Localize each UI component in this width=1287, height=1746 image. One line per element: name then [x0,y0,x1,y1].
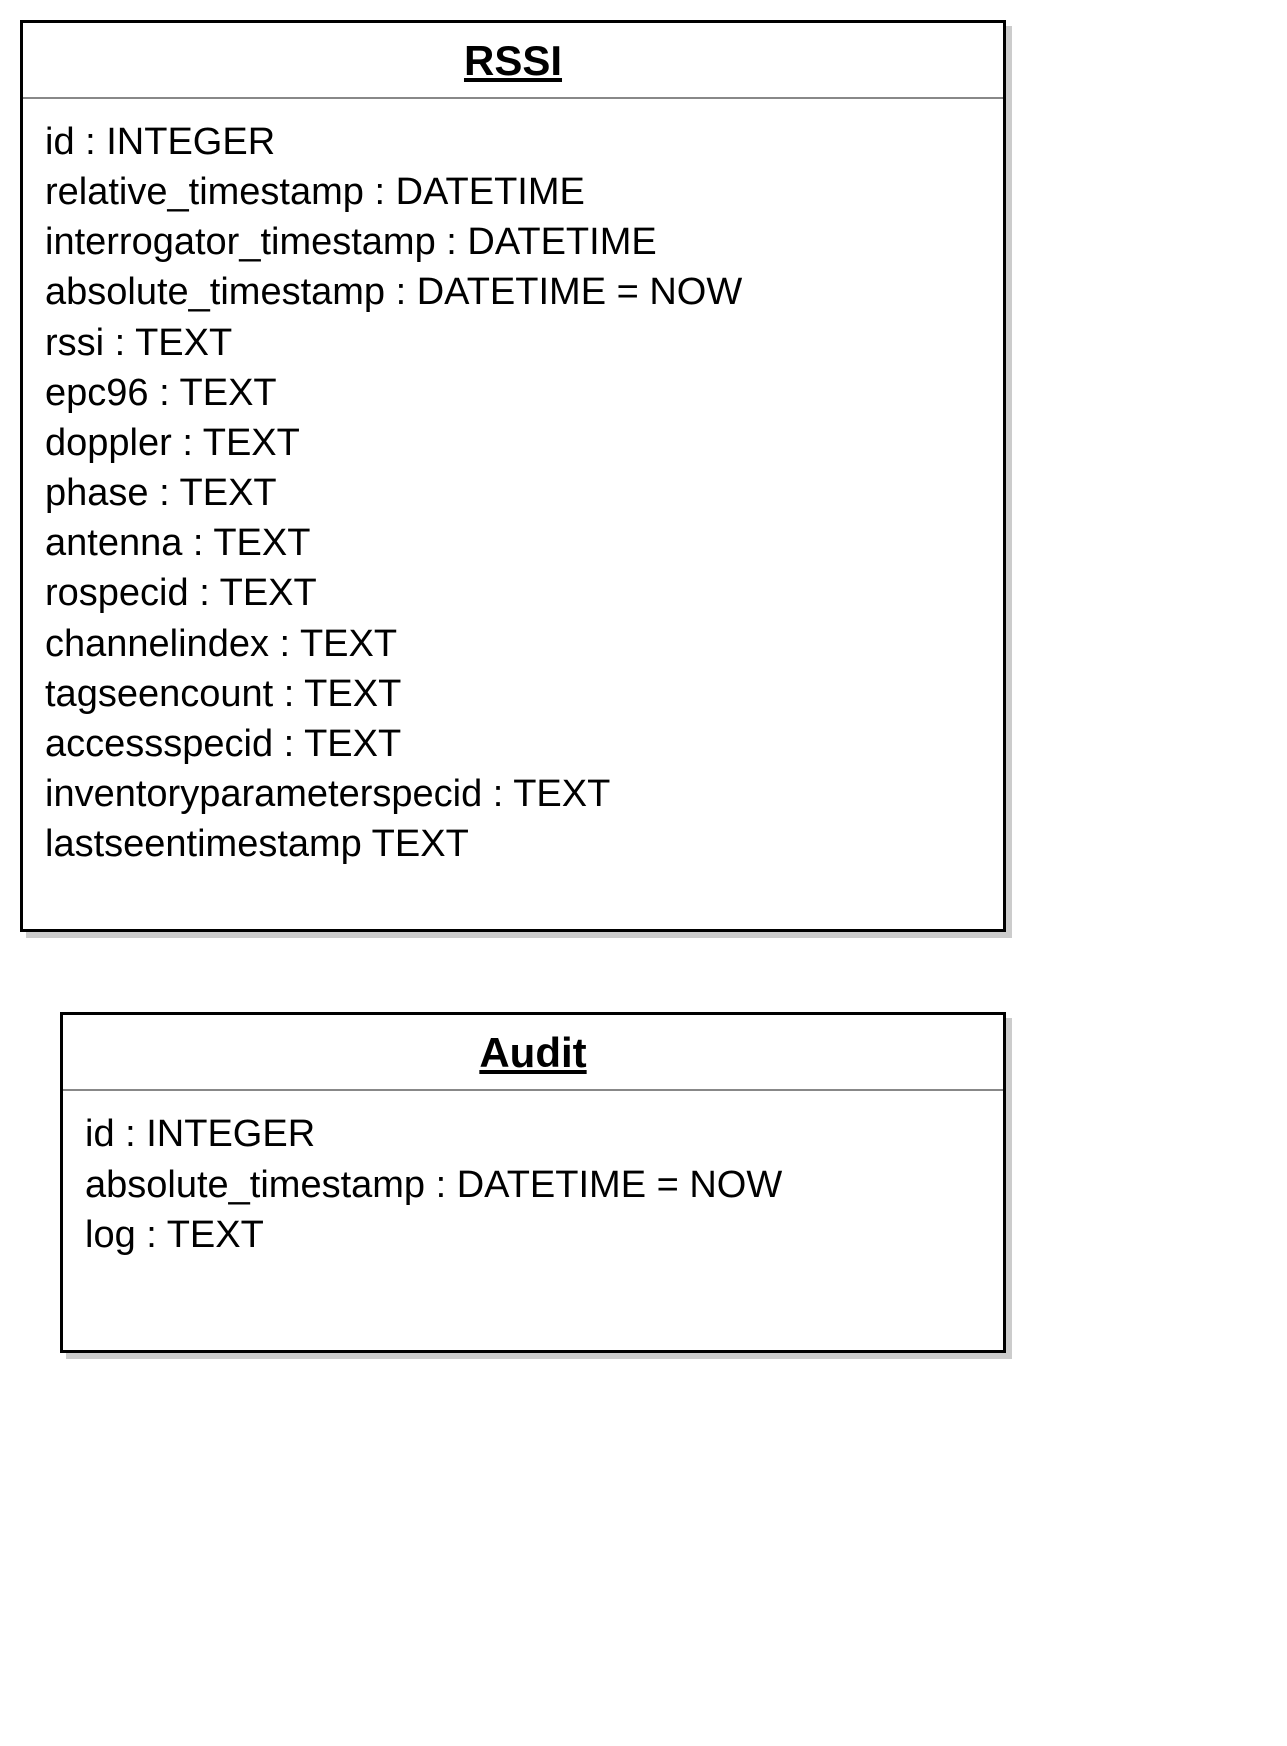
attribute-line: log : TEXT [85,1210,981,1260]
class-title-rssi: RSSI [23,23,1003,99]
class-box-audit: Audit id : INTEGER absolute_timestamp : … [60,1012,1006,1352]
attribute-line: relative_timestamp : DATETIME [45,167,981,217]
class-box-rssi: RSSI id : INTEGER relative_timestamp : D… [20,20,1006,932]
attribute-line: doppler : TEXT [45,418,981,468]
attribute-line: inventoryparameterspecid : TEXT [45,769,981,819]
attribute-line: epc96 : TEXT [45,368,981,418]
class-body-rssi: id : INTEGER relative_timestamp : DATETI… [23,99,1003,929]
attribute-line: id : INTEGER [85,1109,981,1159]
attribute-line: lastseentimestamp TEXT [45,819,981,869]
attribute-line: absolute_timestamp : DATETIME = NOW [45,267,981,317]
attribute-line: antenna : TEXT [45,518,981,568]
attribute-line: channelindex : TEXT [45,619,981,669]
attribute-line: interrogator_timestamp : DATETIME [45,217,981,267]
class-body-audit: id : INTEGER absolute_timestamp : DATETI… [63,1091,1003,1349]
attribute-line: rospecid : TEXT [45,568,981,618]
class-title-audit: Audit [63,1015,1003,1091]
attribute-line: tagseencount : TEXT [45,669,981,719]
attribute-line: rssi : TEXT [45,318,981,368]
attribute-line: absolute_timestamp : DATETIME = NOW [85,1160,981,1210]
attribute-line: accessspecid : TEXT [45,719,981,769]
attribute-line: phase : TEXT [45,468,981,518]
attribute-line: id : INTEGER [45,117,981,167]
